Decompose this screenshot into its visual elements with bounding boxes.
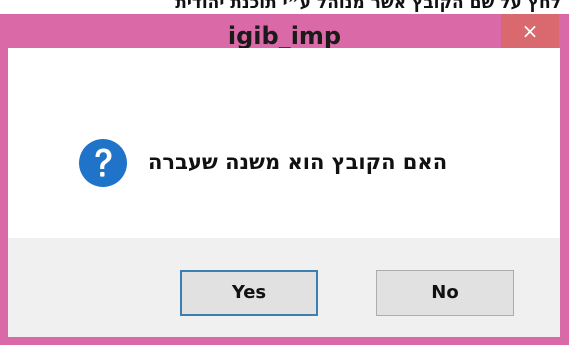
message-dialog: igib_imp × האם הקובץ הוא משנה שעברה Yes … [0,14,569,345]
yes-button[interactable]: Yes [180,270,318,316]
message-area: האם הקובץ הוא משנה שעברה [8,48,560,238]
dialog-body: האם הקובץ הוא משנה שעברה Yes No [8,48,560,337]
close-icon: × [521,19,539,43]
dialog-message: האם הקובץ הוא משנה שעברה [148,150,448,174]
close-button[interactable]: × [501,14,559,50]
background-text: לחץ על שם הקובץ אשר מנוהל ע״י תוכנת יהוד… [175,0,561,13]
question-icon [79,139,127,187]
background-window-text: לחץ על שם הקובץ אשר מנוהל ע״י תוכנת יהוד… [0,0,569,14]
no-button[interactable]: No [376,270,514,316]
